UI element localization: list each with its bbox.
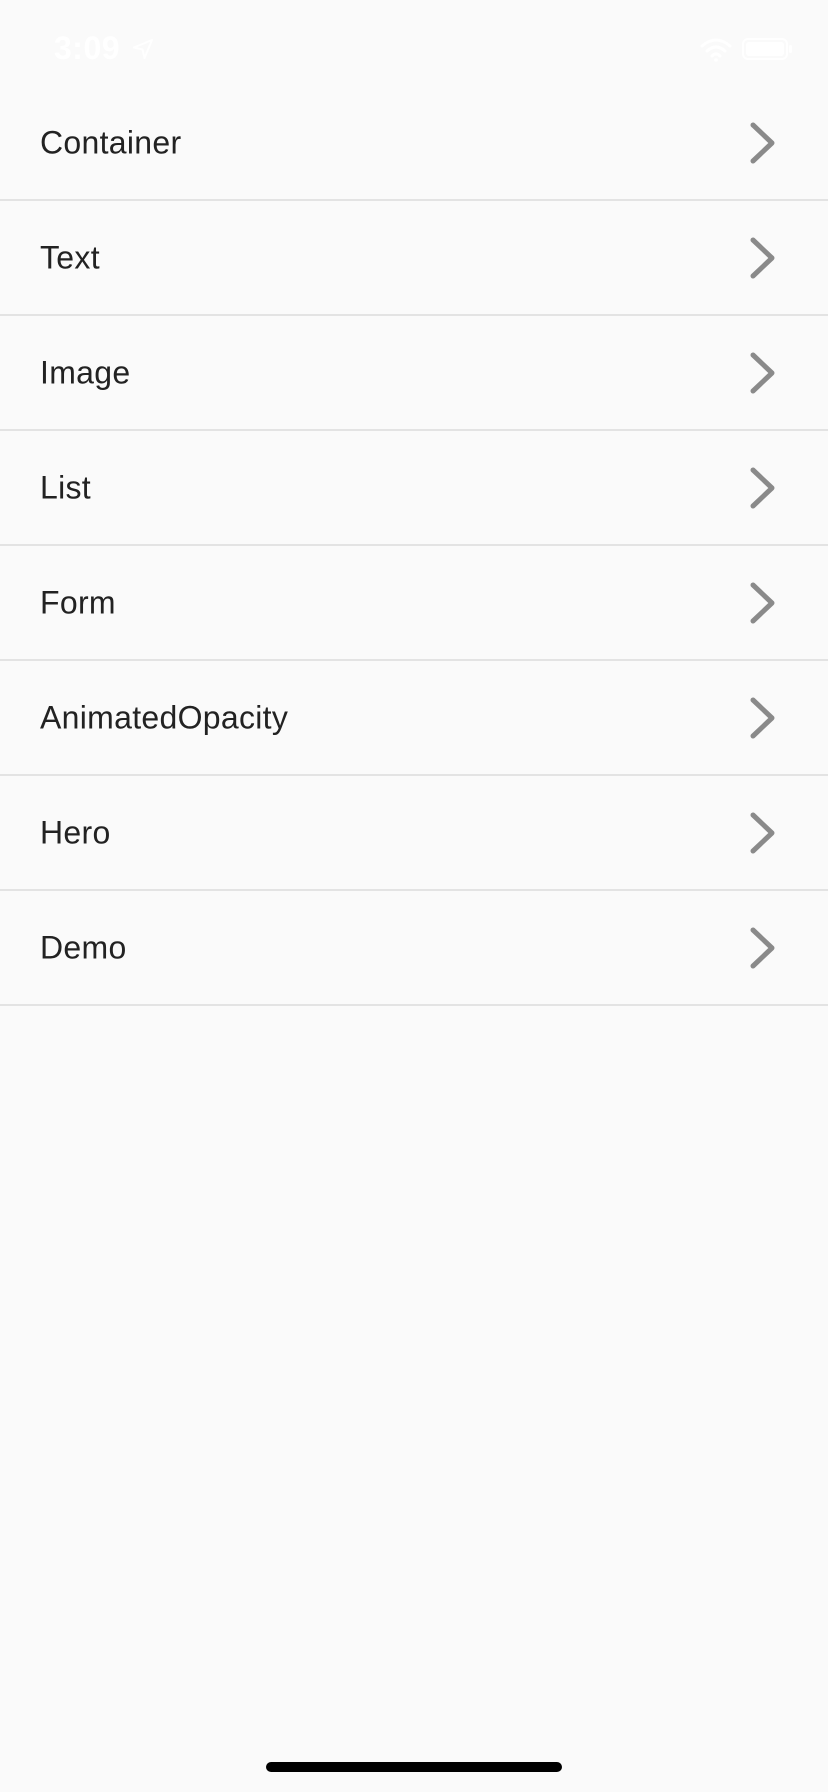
list-item-label: Image: [40, 354, 131, 390]
chevron-right-icon: [750, 812, 775, 853]
status-bar: 3:09: [0, 0, 828, 96]
list-item-label: Form: [40, 584, 116, 620]
widget-list: Container Text Image List Form AnimatedO…: [0, 86, 828, 1006]
home-indicator[interactable]: [266, 1762, 562, 1772]
chevron-right-icon: [750, 927, 775, 968]
chevron-right-icon: [750, 467, 775, 508]
list-item-label: Demo: [40, 929, 127, 965]
list-item-label: Container: [40, 124, 182, 160]
list-item-demo[interactable]: Demo: [0, 891, 828, 1006]
location-arrow-icon: [133, 39, 153, 59]
list-item-image[interactable]: Image: [0, 316, 828, 431]
wifi-icon: [700, 38, 732, 62]
list-item-label: Text: [40, 239, 100, 275]
chevron-right-icon: [750, 582, 775, 623]
list-item-hero[interactable]: Hero: [0, 776, 828, 891]
list-item-label: Hero: [40, 814, 111, 850]
chevron-right-icon: [750, 352, 775, 393]
list-item-label: AnimatedOpacity: [40, 699, 289, 735]
chevron-right-icon: [750, 237, 775, 278]
list-item-animated-opacity[interactable]: AnimatedOpacity: [0, 661, 828, 776]
list-item-form[interactable]: Form: [0, 546, 828, 661]
battery-icon: [742, 38, 792, 60]
status-time: 3:09: [54, 30, 121, 66]
chevron-right-icon: [750, 697, 775, 738]
list-item-text[interactable]: Text: [0, 201, 828, 316]
list-item-list[interactable]: List: [0, 431, 828, 546]
list-item-label: List: [40, 469, 91, 505]
chevron-right-icon: [750, 122, 775, 163]
list-item-container[interactable]: Container: [0, 86, 828, 201]
